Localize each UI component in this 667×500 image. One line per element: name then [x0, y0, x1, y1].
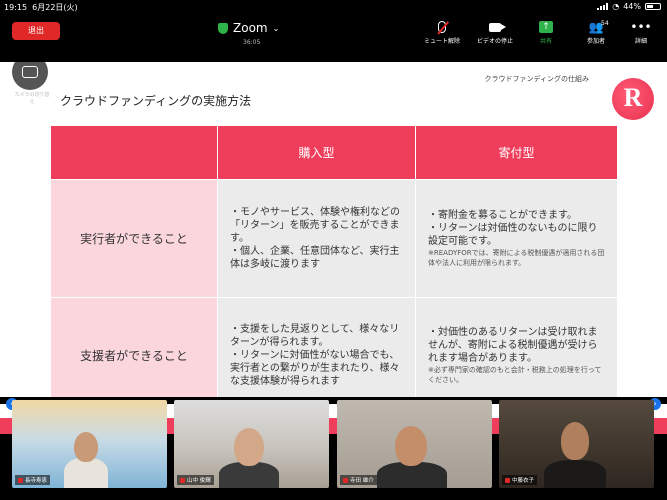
participant-label: 長寺寿恵: [15, 475, 51, 485]
table-header-donation: 寄付型: [415, 125, 618, 180]
camera-flip-icon: [22, 66, 38, 78]
participant-name: 中藤衣子: [512, 478, 535, 484]
cell-note: ※READYFORでは、寄附による税制優遇が適用される団体や法人に利用が限られま…: [428, 249, 605, 267]
participant-name: 長寺寿恵: [25, 478, 48, 484]
participant-body: [64, 458, 108, 488]
participant-face: [561, 422, 589, 460]
participant-label: 寺田 雄介: [340, 475, 377, 485]
video-tile[interactable]: 寺田 雄介: [337, 400, 492, 488]
cell-supporter-donation: ・対価性のあるリターンは受け取れませんが、寄附による税制優遇が受けられます場合が…: [415, 297, 618, 397]
mic-muted-icon: [438, 21, 446, 33]
participant-body: [544, 460, 606, 488]
shared-screen: カメラの切り替え クラウドファンディングの仕組み R クラウドファンディングの実…: [0, 62, 667, 397]
mic-muted-icon: [180, 477, 185, 483]
status-time: 19:15: [4, 3, 28, 12]
stop-video-button[interactable]: ビデオの停止: [468, 18, 522, 45]
readyfor-logo: R: [612, 78, 654, 120]
chevron-down-icon: ⌄: [272, 23, 280, 33]
meeting-timer: 36:05: [243, 39, 261, 46]
video-tile[interactable]: 長寺寿恵: [12, 400, 167, 488]
cell-text: ・支援をした見返りとして、様々なリターンが得られます。 ・リターンに対価性がない…: [230, 323, 400, 387]
video-camera-icon: [489, 22, 506, 32]
app-title: Zoom: [233, 21, 268, 35]
table-header-empty: [50, 125, 218, 180]
camera-switch-button[interactable]: [12, 62, 48, 90]
battery-icon: [645, 3, 661, 10]
camera-switch-label: カメラの切り替え: [14, 92, 50, 105]
participant-label: 中藤衣子: [502, 475, 538, 485]
participant-label: 山中 俊輝: [177, 475, 214, 485]
table-header-purchase: 購入型: [217, 125, 416, 180]
cell-creator-donation: ・寄附金を募ることができます。 ・リターンは対価性のないものに限り設定可能です。…: [415, 179, 618, 298]
cell-note: ※必ず専門家の確認のもと会計・税務上の処理を行ってください。: [428, 365, 602, 384]
video-tile[interactable]: 中藤衣子: [499, 400, 654, 488]
cell-text: ・対価性のあるリターンは受け取れませんが、寄附による税制優遇が受けられます場合が…: [428, 326, 598, 364]
participants-count: 54: [601, 20, 609, 27]
row-head-creator: 実行者ができること: [50, 179, 218, 298]
slide-header: クラウドファンディングの仕組み: [484, 75, 589, 83]
cell-text: ・寄附金を募ることができます。 ・リターンは対価性のないものに限り設定可能です。: [428, 210, 598, 247]
status-time-date: 19:15 6月22日(火): [4, 2, 78, 13]
row-head-supporter: 支援者ができること: [50, 297, 218, 397]
meeting-toolbar: 退出 Zoom ⌄ 36:05 ミュート解除 ビデオの停止 ↑ 共有 👥 54 …: [0, 14, 667, 54]
participant-face: [234, 428, 264, 466]
more-label: 詳細: [634, 38, 647, 45]
share-label: 共有: [539, 38, 552, 45]
video-gallery: ‹ › 長寺寿恵 山中 俊輝 寺田 雄介 中藤衣子: [0, 398, 667, 500]
cell-creator-purchase: ・モノやサービス、体験や権利などの「リターン」を販売することができます。 ・個人…: [217, 179, 416, 298]
mic-muted-icon: [505, 477, 510, 483]
leave-button[interactable]: 退出: [12, 22, 60, 40]
cell-supporter-purchase: ・支援をした見返りとして、様々なリターンが得られます。 ・リターンに対価性がない…: [217, 297, 416, 397]
meeting-title[interactable]: Zoom ⌄: [218, 21, 279, 35]
status-indicators: ◔ 44%: [597, 2, 661, 11]
share-screen-icon: ↑: [539, 21, 553, 33]
share-button[interactable]: ↑ 共有: [519, 18, 573, 45]
status-bar: 19:15 6月22日(火) ◔ 44%: [0, 0, 667, 14]
unmute-label: ミュート解除: [423, 38, 460, 45]
battery-percent: 44%: [623, 2, 641, 11]
signal-icon: [597, 3, 609, 10]
participant-name: 寺田 雄介: [350, 478, 374, 484]
stop-video-label: ビデオの停止: [476, 38, 513, 45]
slide-title: クラウドファンディングの実施方法: [60, 94, 252, 108]
participant-face: [395, 426, 427, 466]
video-tile[interactable]: 山中 俊輝: [174, 400, 329, 488]
mic-muted-icon: [343, 477, 348, 483]
participant-face: [74, 432, 98, 462]
table-row: 支援者ができること ・支援をした見返りとして、様々なリターンが得られます。 ・リ…: [50, 297, 618, 397]
cell-text: ・モノやサービス、体験や権利などの「リターン」を販売することができます。 ・個人…: [230, 207, 400, 270]
security-shield-icon: [218, 22, 228, 34]
more-icon: •••: [630, 20, 652, 34]
participant-name: 山中 俊輝: [187, 478, 211, 484]
status-date: 6月22日(火): [32, 3, 78, 12]
table-row: 実行者ができること ・モノやサービス、体験や権利などの「リターン」を販売すること…: [50, 179, 618, 298]
unmute-button[interactable]: ミュート解除: [415, 18, 469, 45]
wifi-icon: ◔: [612, 2, 620, 11]
comparison-table: 購入型 寄付型 実行者ができること ・モノやサービス、体験や権利などの「リターン…: [50, 125, 618, 397]
mic-muted-icon: [18, 477, 23, 483]
more-button[interactable]: ••• 詳細: [614, 18, 667, 45]
